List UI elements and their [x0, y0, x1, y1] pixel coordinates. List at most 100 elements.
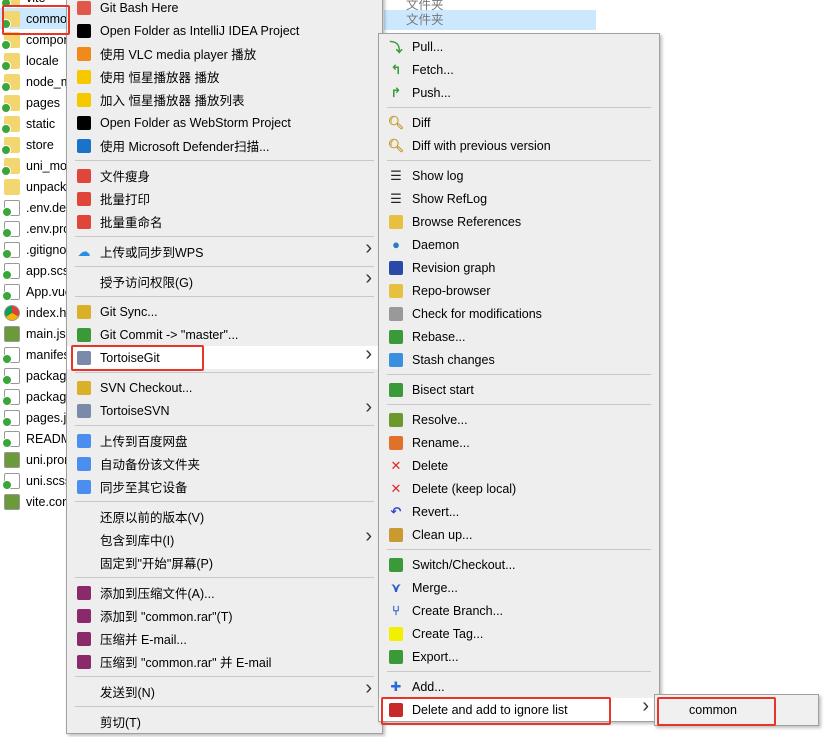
menu-item-n[interactable]: 发送到(N) › [67, 677, 382, 703]
menu-item-create-tag[interactable]: Create Tag... [379, 622, 659, 645]
menu-item-svn-checkout[interactable]: SVN Checkout... [67, 376, 382, 399]
menu-item-git-sync[interactable]: Git Sync... [67, 300, 382, 323]
menu-item-common-rar-e-mail[interactable]: 压缩到 "common.rar" 并 E-mail [67, 650, 382, 673]
menu-item-label: 剪切(T) [100, 716, 141, 730]
branch-icon: ⑂ [392, 603, 400, 618]
file-item[interactable]: package [0, 386, 66, 407]
file-item[interactable]: store [0, 134, 66, 155]
menu-item-common-rar-t[interactable]: 添加到 "common.rar"(T) [67, 604, 382, 627]
file-item[interactable]: vite.config [0, 491, 66, 512]
menu-item-label: Git Sync... [100, 304, 158, 319]
menu-item-push[interactable]: ↱ Push... [379, 81, 659, 104]
file-item[interactable]: node_modules [0, 71, 66, 92]
file-item[interactable]: uni.promise [0, 449, 66, 470]
menu-item-repo-browser[interactable]: Repo-browser [379, 279, 659, 302]
menu-item-resolve[interactable]: Resolve... [379, 408, 659, 431]
menu-item-merge[interactable]: ⋎ Merge... [379, 576, 659, 599]
baidu-netdisk-icon [75, 456, 93, 472]
menu-item-rename[interactable]: Rename... [379, 431, 659, 454]
file-item[interactable]: index.html [0, 302, 66, 323]
menu-item-label: 上传或同步到WPS [100, 246, 204, 260]
menu-item-delete-keep-local[interactable]: ✕ Delete (keep local) [379, 477, 659, 500]
baidu-netdisk-icon [75, 433, 93, 449]
menu-separator [67, 673, 382, 680]
menu-item-label: Fetch... [412, 62, 454, 77]
file-name: uni_modules [26, 158, 66, 173]
menu-item-vlc-media-player[interactable]: 使用 VLC media player 播放 [67, 42, 382, 65]
file-item[interactable]: pages [0, 92, 66, 113]
menu-item-stash-changes[interactable]: Stash changes [379, 348, 659, 371]
tortoisegit-submenu: ⤵ Pull... ↰ Fetch... ↱ Push... 🔍︎ Diff 🔍︎ Diff wi… [378, 33, 660, 722]
folder-icon [4, 178, 20, 195]
menu-item-item[interactable]: 上传到百度网盘 [67, 429, 382, 452]
winrar-icon [75, 608, 93, 624]
menu-item-delete[interactable]: ✕ Delete [379, 454, 659, 477]
folder-icon [1, 94, 20, 113]
menu-item-switch-checkout[interactable]: Switch/Checkout... [379, 553, 659, 576]
menu-item-a[interactable]: 添加到压缩文件(A)... [67, 581, 382, 604]
menu-item-label: Show RefLog [412, 191, 488, 206]
git-status-ok-icon [2, 479, 12, 490]
file-item[interactable]: main.js [0, 323, 66, 344]
file-item[interactable]: pages.json [0, 407, 66, 428]
file-item[interactable]: uni.scss [0, 470, 66, 491]
menu-item-item[interactable]: 同步至其它设备 [67, 475, 382, 498]
menu-item-open-folder-as-webstorm-project[interactable]: Open Folder as WebStorm Project [67, 111, 382, 134]
file-item[interactable]: manifest [0, 344, 66, 365]
menu-item-browse-references[interactable]: Browse References [379, 210, 659, 233]
file-item[interactable]: uni_modules [0, 155, 66, 176]
menu-item-diff[interactable]: 🔍︎ Diff [379, 111, 659, 134]
menu-item-i[interactable]: 包含到库中(I) › [67, 525, 382, 551]
menu-item-create-branch[interactable]: ⑂ Create Branch... [379, 599, 659, 622]
git-status-ok-icon [1, 144, 11, 155]
menu-item-add[interactable]: ✚ Add... [379, 675, 659, 698]
menu-item-git-commit-master[interactable]: Git Commit -> "master"... [67, 323, 382, 346]
menu-separator [67, 293, 382, 300]
menu-item-v[interactable]: 还原以前的版本(V) [67, 505, 382, 528]
menu-item-fetch[interactable]: ↰ Fetch... [379, 58, 659, 81]
menu-item-item[interactable]: 使用 恒星播放器 播放 [67, 65, 382, 88]
menu-item-wps[interactable]: ☁ 上传或同步到WPS › [67, 237, 382, 263]
menu-item-daemon[interactable]: ● Daemon [379, 233, 659, 256]
menu-item-item[interactable]: 批量打印 [67, 187, 382, 210]
menu-item-bisect-start[interactable]: Bisect start [379, 378, 659, 401]
menu-item-revision-graph[interactable]: Revision graph [379, 256, 659, 279]
file-item[interactable]: static [0, 113, 66, 134]
menu-item-item[interactable]: 自动备份该文件夹 [67, 452, 382, 475]
menu-item-git-bash-here[interactable]: Git Bash Here [67, 0, 382, 19]
menu-item-export[interactable]: Export... [379, 645, 659, 668]
export-icon [387, 649, 405, 665]
menu-item-e-mail[interactable]: 压缩并 E-mail... [67, 627, 382, 650]
menu-item-item[interactable]: 文件瘦身 [67, 164, 382, 187]
menu-item-microsoft-defender[interactable]: 使用 Microsoft Defender扫描... [67, 134, 382, 157]
menu-item-pull[interactable]: ⤵ Pull... [379, 35, 659, 58]
menu-item-clean-up[interactable]: Clean up... [379, 523, 659, 546]
menu-item-revert[interactable]: ↶ Revert... [379, 500, 659, 523]
menu-item-show-reflog[interactable]: ☰ Show RefLog [379, 187, 659, 210]
menu-item-diff-with-previous-version[interactable]: 🔍︎ Diff with previous version [379, 134, 659, 157]
menu-item-t[interactable]: 剪切(T) [67, 710, 382, 733]
menu-item-check-for-modifications[interactable]: Check for modifications [379, 302, 659, 325]
file-item[interactable]: unpackage [0, 176, 66, 197]
file-item[interactable]: app.scss [0, 260, 66, 281]
menu-item-item[interactable]: 批量重命名 [67, 210, 382, 233]
blank-icon [75, 274, 93, 290]
menu-item-open-folder-as-intellij-idea-project[interactable]: Open Folder as IntelliJ IDEA Project [67, 19, 382, 42]
menu-item-item[interactable]: 加入 恒星播放器 播放列表 [67, 88, 382, 111]
file-name: static [26, 116, 56, 131]
menu-separator [67, 498, 382, 505]
menu-item-rebase[interactable]: Rebase... [379, 325, 659, 348]
file-item[interactable]: package [0, 365, 66, 386]
file-item[interactable]: locale [0, 50, 66, 71]
file-item[interactable]: .env.prod [0, 218, 66, 239]
file-item[interactable]: .env.dev [0, 197, 66, 218]
menu-item-p[interactable]: 固定到"开始"屏幕(P) [67, 551, 382, 574]
file-item[interactable]: App.vue [0, 281, 66, 302]
menu-item-g[interactable]: 授予访问权限(G) › [67, 267, 382, 293]
menu-item-label: Show log [412, 168, 464, 183]
file-item[interactable]: README [0, 428, 66, 449]
menu-item-label: 授予访问权限(G) [100, 276, 194, 290]
file-item[interactable]: .gitignore [0, 239, 66, 260]
menu-item-show-log[interactable]: ☰ Show log [379, 164, 659, 187]
menu-item-tortoisesvn[interactable]: TortoiseSVN › [67, 396, 382, 422]
